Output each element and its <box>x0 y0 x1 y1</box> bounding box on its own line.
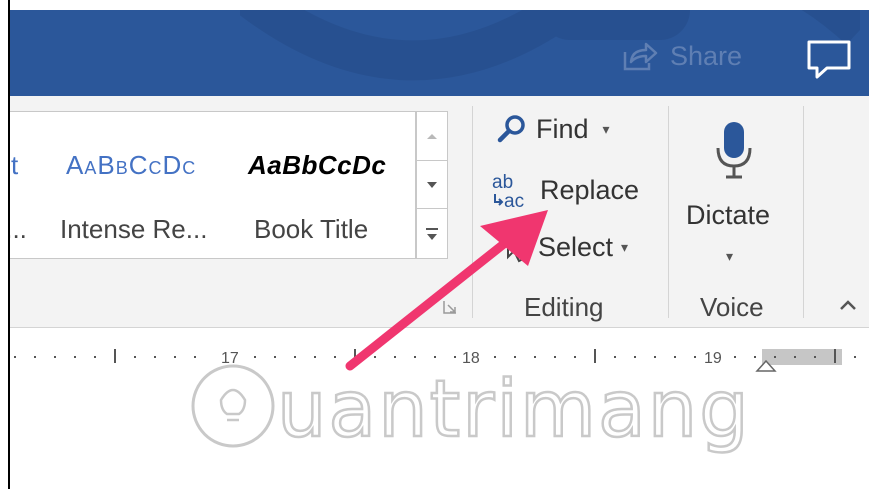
ruler-tick <box>294 356 296 358</box>
ruler-tick <box>194 356 196 358</box>
ruler-tick <box>614 356 616 358</box>
replace-button[interactable]: ab ac Replace <box>490 170 639 210</box>
ruler-tick <box>374 356 376 358</box>
ruler-tick <box>554 356 556 358</box>
ruler-tick <box>434 356 436 358</box>
ruler-label: 19 <box>704 350 722 367</box>
share-button[interactable]: Share <box>622 36 742 76</box>
editing-group-label: Editing <box>524 292 604 322</box>
ruler-tick <box>494 356 496 358</box>
group-divider <box>472 106 473 318</box>
group-divider <box>668 106 669 318</box>
ruler-tick <box>414 356 416 358</box>
select-label: Select <box>538 231 614 262</box>
find-label: Find <box>536 113 589 144</box>
ruler-tick <box>34 356 36 358</box>
scroll-up-icon <box>427 134 437 139</box>
ruler-tick <box>814 356 816 358</box>
microphone-icon <box>716 122 752 179</box>
word-window: Share ɔt f... AaBbCcDc Intense Re... AaB… <box>0 0 869 489</box>
ruler-tick <box>634 356 636 358</box>
more-styles-button[interactable] <box>417 208 447 259</box>
voice-group-label: Voice <box>700 292 764 322</box>
styles-gallery: ɔt f... AaBbCcDc Intense Re... AaBbCcDc … <box>0 111 416 259</box>
comment-icon[interactable] <box>805 38 853 80</box>
svg-text:ab: ab <box>492 172 513 193</box>
scroll-down-icon <box>427 182 437 188</box>
ruler-tick <box>274 356 276 358</box>
find-button[interactable]: Find ▾ <box>496 113 610 145</box>
ruler-tick <box>134 356 136 358</box>
ruler-label: 17 <box>221 350 239 367</box>
ruler-tick <box>534 356 536 358</box>
ruler-tick <box>654 356 656 358</box>
ruler-tick <box>334 356 336 358</box>
ruler-tick <box>174 356 176 358</box>
more-styles-icon <box>426 228 438 240</box>
ruler-tick <box>394 356 396 358</box>
ruler-tick <box>594 349 596 363</box>
dictate-label: Dictate <box>686 200 771 230</box>
style-sample: AaBbCcDc <box>248 150 387 180</box>
ruler-tick <box>834 349 836 363</box>
dialog-launcher-icon[interactable] <box>443 300 457 314</box>
ruler-tick <box>694 356 696 358</box>
style-name: Intense Re... <box>60 214 208 244</box>
scroll-up-button[interactable] <box>417 112 447 160</box>
ruler-tick <box>54 356 56 358</box>
ruler-tick <box>314 356 316 358</box>
select-icon <box>507 230 529 263</box>
ruler-tick <box>94 356 96 358</box>
chevron-down-icon: ▾ <box>602 120 610 137</box>
gallery-scrollbar <box>416 111 448 259</box>
ruler-tick <box>74 356 76 358</box>
ruler-tick <box>114 349 116 363</box>
replace-icon: ab ac <box>492 172 524 210</box>
ruler-tick <box>254 356 256 358</box>
scroll-down-button[interactable] <box>417 160 447 209</box>
chevron-down-icon: ▾ <box>726 248 734 264</box>
ribbon-bottom-border <box>10 327 869 328</box>
select-button[interactable]: Select ▾ <box>498 229 628 265</box>
horizontal-ruler[interactable]: 17 18 19 <box>10 333 869 373</box>
ruler-tick <box>754 356 756 358</box>
style-item-intense-reference[interactable]: AaBbCcDc Intense Re... <box>60 112 230 258</box>
chevron-down-icon: ▾ <box>621 238 629 255</box>
document-area[interactable] <box>10 373 869 489</box>
style-sample: AaBbCcDc <box>66 150 197 180</box>
replace-label: Replace <box>540 174 640 205</box>
style-item-book-title[interactable]: AaBbCcDc Book Title <box>244 112 414 258</box>
ruler-tick <box>574 356 576 358</box>
ruler-tick <box>854 356 856 358</box>
title-bar-decoration <box>240 10 860 81</box>
ruler-label: 18 <box>462 350 480 367</box>
ruler-tick <box>154 356 156 358</box>
ruler-tick <box>514 356 516 358</box>
ruler-tick <box>454 356 456 358</box>
ruler-tick <box>354 349 356 363</box>
ruler-tick <box>674 356 676 358</box>
share-label: Share <box>670 40 743 71</box>
title-bar: Share <box>10 10 869 96</box>
chevron-up-icon[interactable] <box>838 298 858 312</box>
search-icon <box>497 115 525 143</box>
ruler-tick <box>794 356 796 358</box>
window-left-edge <box>0 0 10 489</box>
share-icon <box>622 40 658 72</box>
group-divider <box>803 106 804 318</box>
svg-text:ac: ac <box>504 191 524 210</box>
ruler-tick <box>774 356 776 358</box>
style-name: Book Title <box>254 214 369 244</box>
ruler-tick <box>734 356 736 358</box>
ruler-tick <box>14 356 16 358</box>
